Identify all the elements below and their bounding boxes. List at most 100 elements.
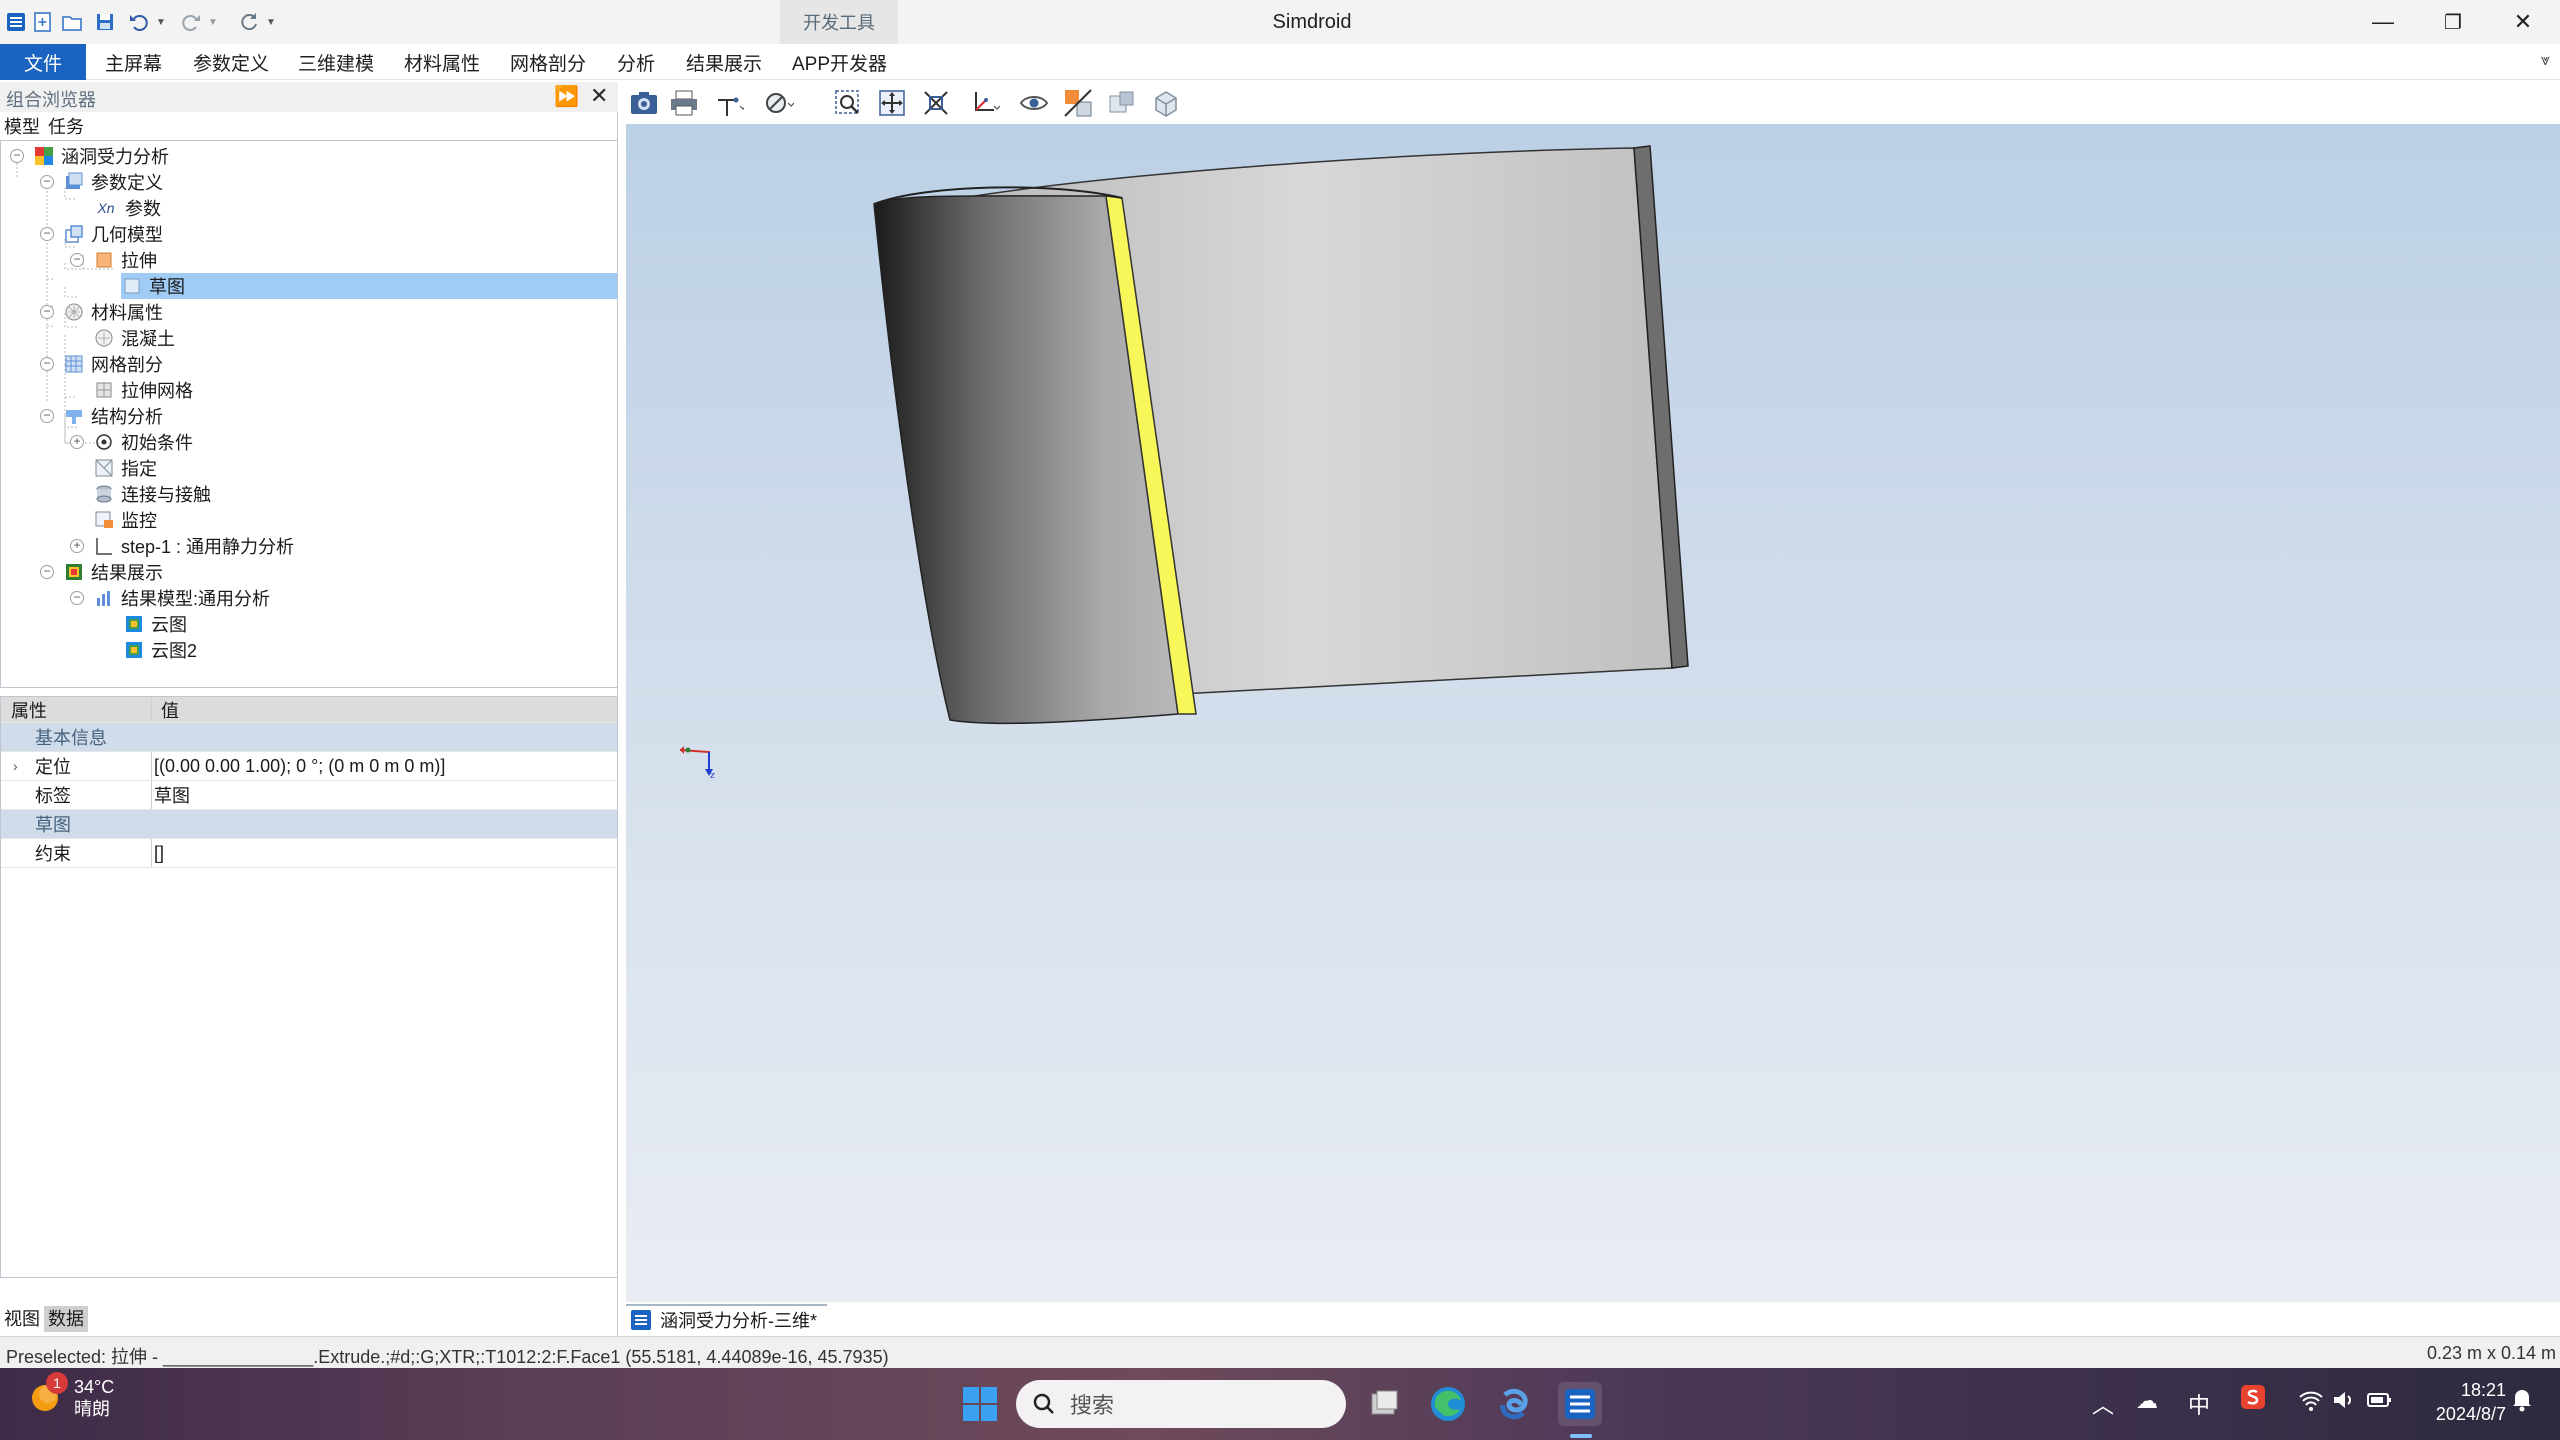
tree-node-assign[interactable]: 指定	[93, 455, 157, 481]
undo-dropdown-icon[interactable]: ▼	[154, 6, 168, 38]
viewport-tab[interactable]: 涵洞受力分析-三维*	[626, 1304, 827, 1334]
menu-file[interactable]: 文件	[0, 44, 86, 80]
display-style-icon[interactable]	[756, 86, 802, 120]
menu-app-developer[interactable]: APP开发器	[792, 44, 887, 80]
close-button[interactable]: ✕	[2488, 0, 2558, 44]
fit-all-icon[interactable]	[874, 86, 910, 120]
expand-toggle[interactable]: +	[70, 539, 84, 553]
menu-results[interactable]: 结果展示	[686, 44, 762, 80]
undo-icon[interactable]	[124, 6, 154, 38]
tree-node-contour-2[interactable]: 云图2	[123, 637, 197, 663]
redo-dropdown-icon[interactable]: ▼	[206, 6, 220, 38]
chevron-right-icon[interactable]: ›	[13, 758, 18, 774]
minimize-button[interactable]: —	[2348, 0, 2418, 44]
tab-view[interactable]: 视图	[0, 1306, 44, 1332]
ribbon-expand-icon[interactable]: ⩔	[2541, 52, 2550, 70]
property-row-placement[interactable]: › 定位 [(0.00 0.00 1.00); 0 °; (0 m 0 m 0 …	[1, 752, 617, 781]
customize-dropdown-icon[interactable]: ▼	[264, 6, 278, 38]
open-folder-icon[interactable]	[58, 6, 86, 38]
tree-node-step[interactable]: step-1 : 通用静力分析	[93, 533, 294, 559]
collapse-toggle[interactable]: −	[10, 149, 24, 163]
axis-cross-icon[interactable]	[706, 86, 752, 120]
print-icon[interactable]	[666, 86, 702, 120]
tree-node-params[interactable]: Xn 参数	[93, 195, 161, 221]
tree-node-material[interactable]: 材料属性	[63, 299, 163, 325]
sogou-input-icon[interactable]	[2240, 1384, 2266, 1416]
tab-data[interactable]: 数据	[44, 1306, 88, 1332]
tree-node-concrete[interactable]: 混凝土	[93, 325, 175, 351]
tray-overflow-chevron-icon[interactable]: ︿	[2092, 1388, 2114, 1420]
visibility-eye-icon[interactable]	[1016, 86, 1052, 120]
battery-icon[interactable]	[2366, 1388, 2394, 1418]
collapse-toggle[interactable]: −	[40, 175, 54, 189]
expand-toggle[interactable]: +	[70, 435, 84, 449]
collapse-toggle[interactable]: −	[40, 409, 54, 423]
menu-mesh[interactable]: 网格剖分	[510, 44, 586, 80]
collapse-toggle[interactable]: −	[70, 591, 84, 605]
taskbar-search[interactable]: 搜索	[1016, 1380, 1346, 1428]
property-value[interactable]: 草图	[154, 782, 190, 808]
tree-node-structural-analysis[interactable]: 结构分析	[63, 403, 163, 429]
section-cut-icon[interactable]	[1060, 86, 1096, 120]
screenshot-icon[interactable]	[626, 86, 662, 120]
tab-tasks[interactable]: 任务	[44, 114, 88, 140]
property-row-constraints[interactable]: 约束 []	[1, 839, 617, 868]
tree-node-monitor[interactable]: 监控	[93, 507, 157, 533]
simdroid-taskbar-icon[interactable]	[1558, 1382, 1602, 1426]
tree-node-root[interactable]: 涵洞受力分析	[33, 143, 169, 169]
panel-float-icon[interactable]: ⏩	[554, 84, 579, 109]
panel-close-icon[interactable]: ✕	[590, 83, 608, 109]
tab-model[interactable]: 模型	[0, 114, 44, 140]
windows-start-icon[interactable]	[958, 1382, 1002, 1426]
task-view-icon[interactable]	[1362, 1382, 1406, 1426]
redo-icon[interactable]	[176, 6, 206, 38]
tree-node-sketch[interactable]: 草图	[121, 273, 617, 299]
collapse-toggle[interactable]: −	[40, 357, 54, 371]
tree-node-mesh[interactable]: 网格剖分	[63, 351, 163, 377]
menu-parameters[interactable]: 参数定义	[193, 44, 269, 80]
property-value[interactable]: []	[154, 843, 164, 864]
ime-language-indicator[interactable]: 中	[2188, 1388, 2210, 1420]
3d-viewport[interactable]: z	[626, 124, 2560, 1302]
save-icon[interactable]	[92, 6, 118, 38]
fit-selection-icon[interactable]	[918, 86, 954, 120]
tree-node-extrude-mesh[interactable]: 拉伸网格	[93, 377, 193, 403]
edge-browser-icon[interactable]	[1426, 1382, 1470, 1426]
tree-node-contact[interactable]: 连接与接触	[93, 481, 211, 507]
zoom-box-icon[interactable]	[830, 86, 866, 120]
tree-node-results[interactable]: 结果展示	[63, 559, 163, 585]
restore-button[interactable]: ❐	[2418, 0, 2488, 44]
system-clock[interactable]: 18:21 2024/8/7	[2408, 1378, 2506, 1426]
swirl-app-icon[interactable]	[1492, 1382, 1536, 1426]
menu-home[interactable]: 主屏幕	[105, 44, 162, 80]
new-file-icon[interactable]	[30, 6, 56, 38]
menu-3d-modeling[interactable]: 三维建模	[298, 44, 374, 80]
tree-node-result-model[interactable]: 结果模型:通用分析	[93, 585, 270, 611]
menu-material[interactable]: 材料属性	[404, 44, 480, 80]
wifi-icon[interactable]	[2298, 1388, 2324, 1418]
collapse-toggle[interactable]: −	[40, 565, 54, 579]
collapse-toggle[interactable]: −	[70, 253, 84, 267]
refresh-icon[interactable]	[234, 6, 264, 38]
app-logo-icon[interactable]	[2, 6, 30, 38]
tree-node-initial-conditions[interactable]: 初始条件	[93, 429, 193, 455]
property-value[interactable]: [(0.00 0.00 1.00); 0 °; (0 m 0 m 0 m)]	[154, 756, 445, 777]
collapse-toggle[interactable]: −	[40, 305, 54, 319]
view-orientation-icon[interactable]	[962, 86, 1008, 120]
measure-tool-icon[interactable]	[1104, 86, 1140, 120]
culvert-3d-model[interactable]: z	[626, 124, 2560, 1302]
tree-node-extrude[interactable]: 拉伸	[93, 247, 157, 273]
menu-analysis[interactable]: 分析	[617, 44, 655, 80]
tree-node-geometry[interactable]: 几何模型	[63, 221, 163, 247]
onedrive-cloud-icon[interactable]: ☁	[2136, 1388, 2158, 1414]
notification-bell-icon[interactable]	[2510, 1386, 2534, 1418]
tree-node-param-def[interactable]: 参数定义	[63, 169, 163, 195]
context-tab-devtools[interactable]: 开发工具	[780, 0, 898, 44]
property-row-label[interactable]: 标签 草图	[1, 781, 617, 810]
collapse-toggle[interactable]: −	[40, 227, 54, 241]
box-view-icon[interactable]	[1148, 86, 1184, 120]
property-group-sketch[interactable]: 草图	[1, 810, 617, 839]
tree-node-contour-1[interactable]: 云图	[123, 611, 187, 637]
volume-icon[interactable]	[2332, 1388, 2354, 1418]
property-group-basic[interactable]: 基本信息	[1, 723, 617, 752]
